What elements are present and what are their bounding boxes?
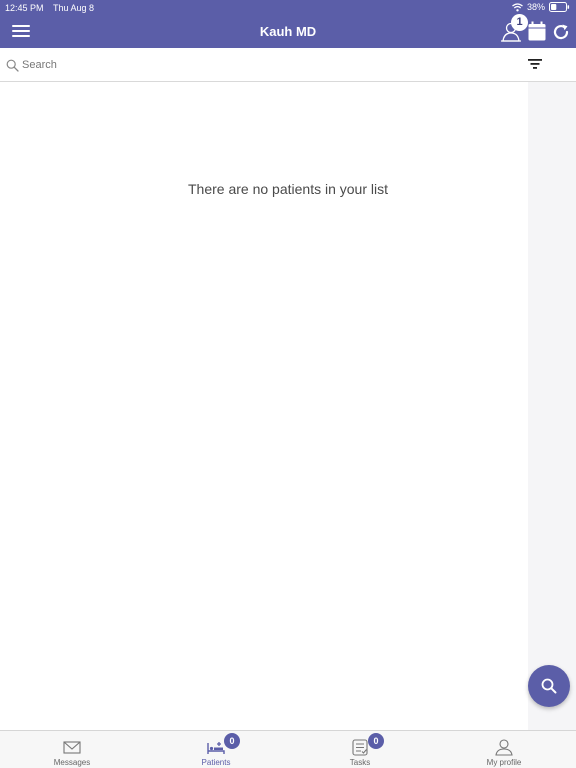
filter-icon xyxy=(528,59,542,69)
status-right: 38% xyxy=(512,2,570,12)
tab-my-profile[interactable]: My profile xyxy=(432,731,576,768)
status-time: 12:45 PM xyxy=(5,3,44,13)
app-screen: 12:45 PM Thu Aug 8 38% Kauh MD 1 Search … xyxy=(0,0,576,768)
tab-tasks[interactable]: 0 Tasks xyxy=(288,731,432,768)
tab-messages[interactable]: Messages xyxy=(0,731,144,768)
search-patients-button[interactable] xyxy=(528,665,570,707)
calendar-button[interactable] xyxy=(528,21,546,41)
search-icon xyxy=(541,678,557,694)
calendar-icon xyxy=(528,21,546,41)
side-panel-strip xyxy=(528,82,576,730)
battery-icon xyxy=(549,2,570,12)
search-bar xyxy=(0,48,576,82)
checklist-icon xyxy=(350,738,370,756)
tab-label: Messages xyxy=(53,758,91,767)
status-date: Thu Aug 8 xyxy=(53,3,95,13)
location-count-badge: 1 xyxy=(511,14,528,31)
bottom-tab-bar: Messages 0 Patients 0 Tasks My profile xyxy=(0,730,576,768)
refresh-button[interactable] xyxy=(551,22,571,42)
status-bar: 12:45 PM Thu Aug 8 38% xyxy=(0,0,576,16)
bed-icon xyxy=(206,738,226,756)
search-input[interactable] xyxy=(22,54,502,76)
page-title: Kauh MD xyxy=(259,24,317,39)
person-icon xyxy=(494,738,514,756)
tab-label: Tasks xyxy=(349,758,371,767)
empty-state-message: There are no patients in your list xyxy=(188,181,388,197)
tab-label: My profile xyxy=(486,758,522,767)
search-icon xyxy=(6,59,19,72)
wifi-icon xyxy=(512,2,523,12)
battery-percent: 38% xyxy=(526,2,545,12)
top-bar: 12:45 PM Thu Aug 8 38% Kauh MD 1 xyxy=(0,0,576,48)
tab-patients[interactable]: 0 Patients xyxy=(144,731,288,768)
tasks-count-badge: 0 xyxy=(368,733,384,749)
filter-button[interactable] xyxy=(527,57,543,71)
tab-label: Patients xyxy=(201,758,231,767)
envelope-icon xyxy=(62,738,82,756)
patients-count-badge: 0 xyxy=(224,733,240,749)
refresh-icon xyxy=(553,24,569,40)
